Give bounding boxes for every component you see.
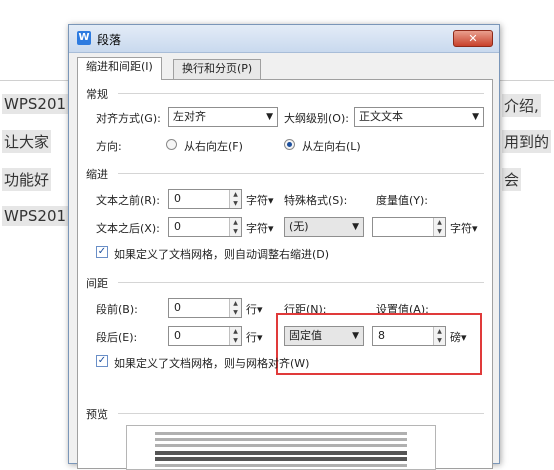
tab-panel: 常规 对齐方式(G): 左对齐 ▼ 大纲级别(O): 正文文本 ▼ 方向: 从右… bbox=[77, 79, 493, 470]
direction-label: 方向: bbox=[96, 140, 122, 153]
tab-line-page-breaks[interactable]: 换行和分页(P) bbox=[173, 59, 262, 79]
ltr-radio[interactable] bbox=[284, 139, 295, 150]
doc-text-line4-left: WPS201 bbox=[2, 206, 69, 226]
indent-after-value: 0 bbox=[174, 220, 181, 233]
indent-after-unit[interactable]: 字符▾ bbox=[246, 220, 274, 236]
chevron-down-icon: ▼ bbox=[472, 112, 479, 122]
spinner-arrows-icon[interactable]: ▲ ▼ bbox=[229, 190, 241, 208]
spinner-arrows-icon[interactable]: ▲ ▼ bbox=[433, 218, 445, 236]
special-format-label: 特殊格式(S): bbox=[284, 194, 348, 207]
dialog-titlebar[interactable]: W 段落 ✕ bbox=[69, 25, 499, 53]
dialog-title: 段落 bbox=[97, 33, 122, 47]
paragraph-dialog: W 段落 ✕ 缩进和间距(I) 换行和分页(P) 常规 对齐方式(G): 左对齐… bbox=[68, 24, 500, 470]
space-before-label: 段前(B): bbox=[96, 303, 138, 316]
preview-line bbox=[155, 457, 407, 461]
preview-line bbox=[155, 451, 407, 455]
outline-level-value: 正文文本 bbox=[359, 110, 403, 123]
divider bbox=[118, 173, 484, 174]
space-after-unit[interactable]: 行▾ bbox=[246, 329, 263, 345]
outline-level-select[interactable]: 正文文本 ▼ bbox=[354, 107, 484, 127]
indent-before-value: 0 bbox=[174, 192, 181, 205]
space-after-value: 0 bbox=[174, 329, 181, 342]
preview-line bbox=[155, 432, 407, 435]
indent-before-unit[interactable]: 字符▾ bbox=[246, 192, 274, 208]
grid-align-label[interactable]: 如果定义了文档网格，则与网格对齐(W) bbox=[114, 355, 309, 371]
rtl-label[interactable]: 从右向左(F) bbox=[184, 138, 243, 154]
special-format-value: (无) bbox=[289, 220, 309, 233]
doc-text-line3-left: 功能好 bbox=[2, 168, 52, 191]
preview-area bbox=[126, 425, 436, 470]
space-after-label: 段后(E): bbox=[96, 331, 138, 344]
ltr-label[interactable]: 从左向右(L) bbox=[302, 138, 361, 154]
space-before-value: 0 bbox=[174, 301, 181, 314]
preview-line bbox=[155, 438, 407, 441]
spinner-arrows-icon[interactable]: ▲ ▼ bbox=[229, 218, 241, 236]
auto-adjust-checkbox[interactable]: ✓ bbox=[96, 246, 108, 258]
measure-label: 度量值(Y): bbox=[376, 194, 429, 207]
spinner-arrows-icon[interactable]: ▲ ▼ bbox=[229, 327, 241, 345]
space-before-input[interactable]: 0 ▲ ▼ bbox=[168, 298, 242, 318]
auto-adjust-label[interactable]: 如果定义了文档网格，则自动调整右缩进(D) bbox=[114, 246, 329, 262]
doc-text-line2-left: 让大家 bbox=[2, 130, 52, 153]
divider bbox=[118, 282, 484, 283]
measure-input[interactable]: ▲ ▼ bbox=[372, 217, 446, 237]
rtl-radio[interactable] bbox=[166, 139, 177, 150]
alignment-select[interactable]: 左对齐 ▼ bbox=[168, 107, 278, 127]
chevron-down-icon: ▼ bbox=[352, 222, 359, 232]
doc-text-line1-right: 介绍, bbox=[502, 94, 541, 117]
measure-unit[interactable]: 字符▾ bbox=[450, 220, 478, 236]
indent-after-label: 文本之后(X): bbox=[96, 222, 160, 235]
alignment-value: 左对齐 bbox=[173, 110, 206, 123]
doc-text-line3-right: 会 bbox=[502, 168, 522, 191]
indent-before-input[interactable]: 0 ▲ ▼ bbox=[168, 189, 242, 209]
close-button[interactable]: ✕ bbox=[453, 30, 493, 47]
spinner-arrows-icon[interactable]: ▲ ▼ bbox=[229, 299, 241, 317]
spacing-group-title: 间距 bbox=[86, 277, 108, 290]
doc-text-line1-left: WPS201 bbox=[2, 94, 69, 114]
doc-text-line2-right: 用到的 bbox=[502, 130, 552, 153]
wps-writer-icon: W bbox=[77, 31, 91, 45]
outline-level-label: 大纲级别(O): bbox=[284, 112, 349, 125]
indent-group-title: 缩进 bbox=[86, 168, 108, 181]
divider bbox=[118, 93, 484, 94]
special-format-select[interactable]: (无) ▼ bbox=[284, 217, 364, 237]
divider bbox=[118, 413, 484, 414]
indent-after-input[interactable]: 0 ▲ ▼ bbox=[168, 217, 242, 237]
preview-line bbox=[155, 464, 407, 467]
space-after-input[interactable]: 0 ▲ ▼ bbox=[168, 326, 242, 346]
chevron-down-icon: ▼ bbox=[266, 112, 273, 122]
grid-align-checkbox[interactable]: ✓ bbox=[96, 355, 108, 367]
indent-before-label: 文本之前(R): bbox=[96, 194, 160, 207]
preview-line bbox=[155, 444, 407, 447]
space-before-unit[interactable]: 行▾ bbox=[246, 301, 263, 317]
preview-group-title: 预览 bbox=[86, 408, 108, 421]
tab-indent-spacing[interactable]: 缩进和间距(I) bbox=[77, 57, 162, 80]
general-group-title: 常规 bbox=[86, 88, 108, 101]
alignment-label: 对齐方式(G): bbox=[96, 112, 161, 125]
